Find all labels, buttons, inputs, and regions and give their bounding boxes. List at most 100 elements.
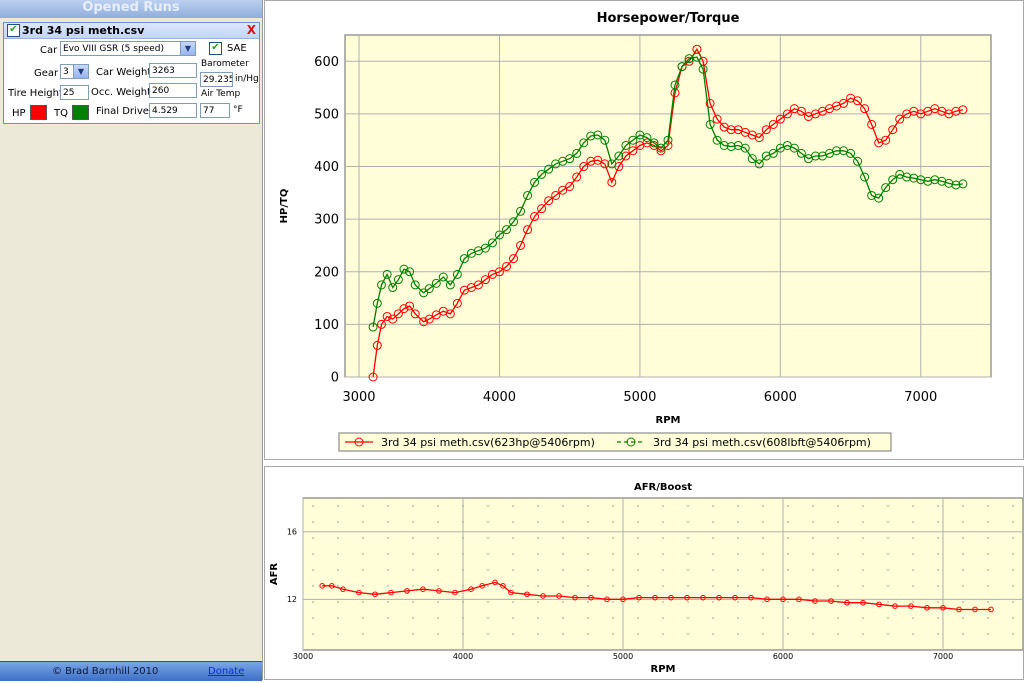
grid-dot (637, 633, 639, 635)
run-visible-checkbox[interactable]: ✔ (7, 24, 20, 37)
grid-dot (712, 569, 714, 571)
hp-tq-chart-pane: Horsepower/Torque 3000 4000 5000 6000 7000 0 10… (264, 0, 1024, 460)
grid-dot (662, 569, 664, 571)
final-drive-input[interactable]: 4.529 (149, 103, 197, 118)
grid-dot (987, 521, 989, 523)
y-tick-label: 12 (287, 595, 297, 604)
grid-dot (737, 569, 739, 571)
grid-dot (737, 601, 739, 603)
grid-dot (912, 553, 914, 555)
grid-dot (987, 553, 989, 555)
tire-height-input[interactable]: 25 (60, 85, 89, 100)
x-tick-label: 5000 (613, 652, 633, 661)
grid-dot (437, 633, 439, 635)
grid-dot (912, 537, 914, 539)
hp-color-swatch[interactable] (30, 105, 47, 120)
grid-dot (337, 521, 339, 523)
grid-dot (537, 537, 539, 539)
grid-dot (487, 601, 489, 603)
grid-dot (637, 585, 639, 587)
barometer-label: Barometer (201, 59, 249, 69)
grid-dot (662, 553, 664, 555)
grid-dot (462, 505, 464, 507)
grid-dot (512, 553, 514, 555)
close-icon[interactable]: X (247, 23, 256, 37)
grid-dot (987, 601, 989, 603)
legend-label: 3rd 34 psi meth.csv(608lbft@5406rpm) (653, 436, 871, 449)
car-select[interactable]: Evo VIII GSR (5 speed) ▼ (60, 41, 196, 56)
grid-dot (612, 585, 614, 587)
grid-dot (337, 633, 339, 635)
grid-dot (862, 505, 864, 507)
grid-dot (537, 585, 539, 587)
grid-dot (837, 569, 839, 571)
grid-dot (737, 553, 739, 555)
y-axis-label: HP/TQ (279, 189, 290, 224)
grid-dot (512, 601, 514, 603)
grid-dot (737, 537, 739, 539)
grid-dot (987, 569, 989, 571)
grid-dot (362, 585, 364, 587)
grid-dot (512, 505, 514, 507)
air-temp-input[interactable]: 77 (200, 103, 230, 118)
grid-dot (562, 537, 564, 539)
grid-dot (587, 521, 589, 523)
grid-dot (737, 585, 739, 587)
x-tick-label: 6000 (773, 652, 793, 661)
grid-dot (1012, 537, 1014, 539)
grid-dot (787, 505, 789, 507)
grid-dot (912, 617, 914, 619)
y-tick-label: 600 (314, 55, 339, 70)
grid-dot (612, 569, 614, 571)
grid-dot (837, 585, 839, 587)
gear-select-value: 3 (63, 67, 69, 77)
grid-dot (687, 505, 689, 507)
x-tick-label: 7000 (904, 390, 937, 405)
grid-dot (712, 505, 714, 507)
grid-dot (762, 569, 764, 571)
grid-dot (537, 633, 539, 635)
grid-dot (737, 617, 739, 619)
copyright-text: © Brad Barnhill 2010 (52, 666, 159, 677)
occ-weight-input[interactable]: 260 (149, 83, 197, 98)
grid-dot (387, 569, 389, 571)
grid-dot (612, 617, 614, 619)
chevron-down-icon[interactable]: ▼ (73, 65, 88, 78)
chevron-down-icon[interactable]: ▼ (180, 42, 195, 55)
grid-dot (487, 617, 489, 619)
plot-area (302, 497, 1024, 651)
grid-dot (512, 521, 514, 523)
grid-dot (962, 601, 964, 603)
grid-dot (662, 537, 664, 539)
grid-dot (562, 521, 564, 523)
grid-dot (362, 553, 364, 555)
grid-dot (612, 633, 614, 635)
grid-dot (812, 585, 814, 587)
grid-dot (312, 521, 314, 523)
grid-dot (612, 521, 614, 523)
grid-dot (637, 505, 639, 507)
grid-dot (437, 569, 439, 571)
grid-dot (312, 569, 314, 571)
chart-title: Horsepower/Torque (597, 11, 740, 26)
y-tick-label: 0 (331, 371, 339, 386)
grid-dot (387, 601, 389, 603)
grid-dot (462, 617, 464, 619)
car-weight-input[interactable]: 3263 (149, 63, 197, 78)
gear-select[interactable]: 3 ▼ (60, 64, 89, 79)
barometer-input[interactable]: 29.235 (200, 72, 233, 87)
grid-dot (962, 633, 964, 635)
x-axis-label: RPM (656, 415, 681, 426)
y-axis-label: AFR (269, 563, 280, 586)
sae-checkbox[interactable]: ✔ (209, 42, 222, 55)
tq-label: TQ (54, 108, 68, 119)
grid-dot (712, 521, 714, 523)
grid-dot (337, 601, 339, 603)
grid-dot (762, 617, 764, 619)
grid-dot (1012, 569, 1014, 571)
donate-link[interactable]: Donate (208, 666, 244, 677)
grid-dot (762, 521, 764, 523)
tq-color-swatch[interactable] (72, 105, 89, 120)
grid-dot (337, 553, 339, 555)
run-title: 3rd 34 psi meth.csv (22, 24, 145, 37)
